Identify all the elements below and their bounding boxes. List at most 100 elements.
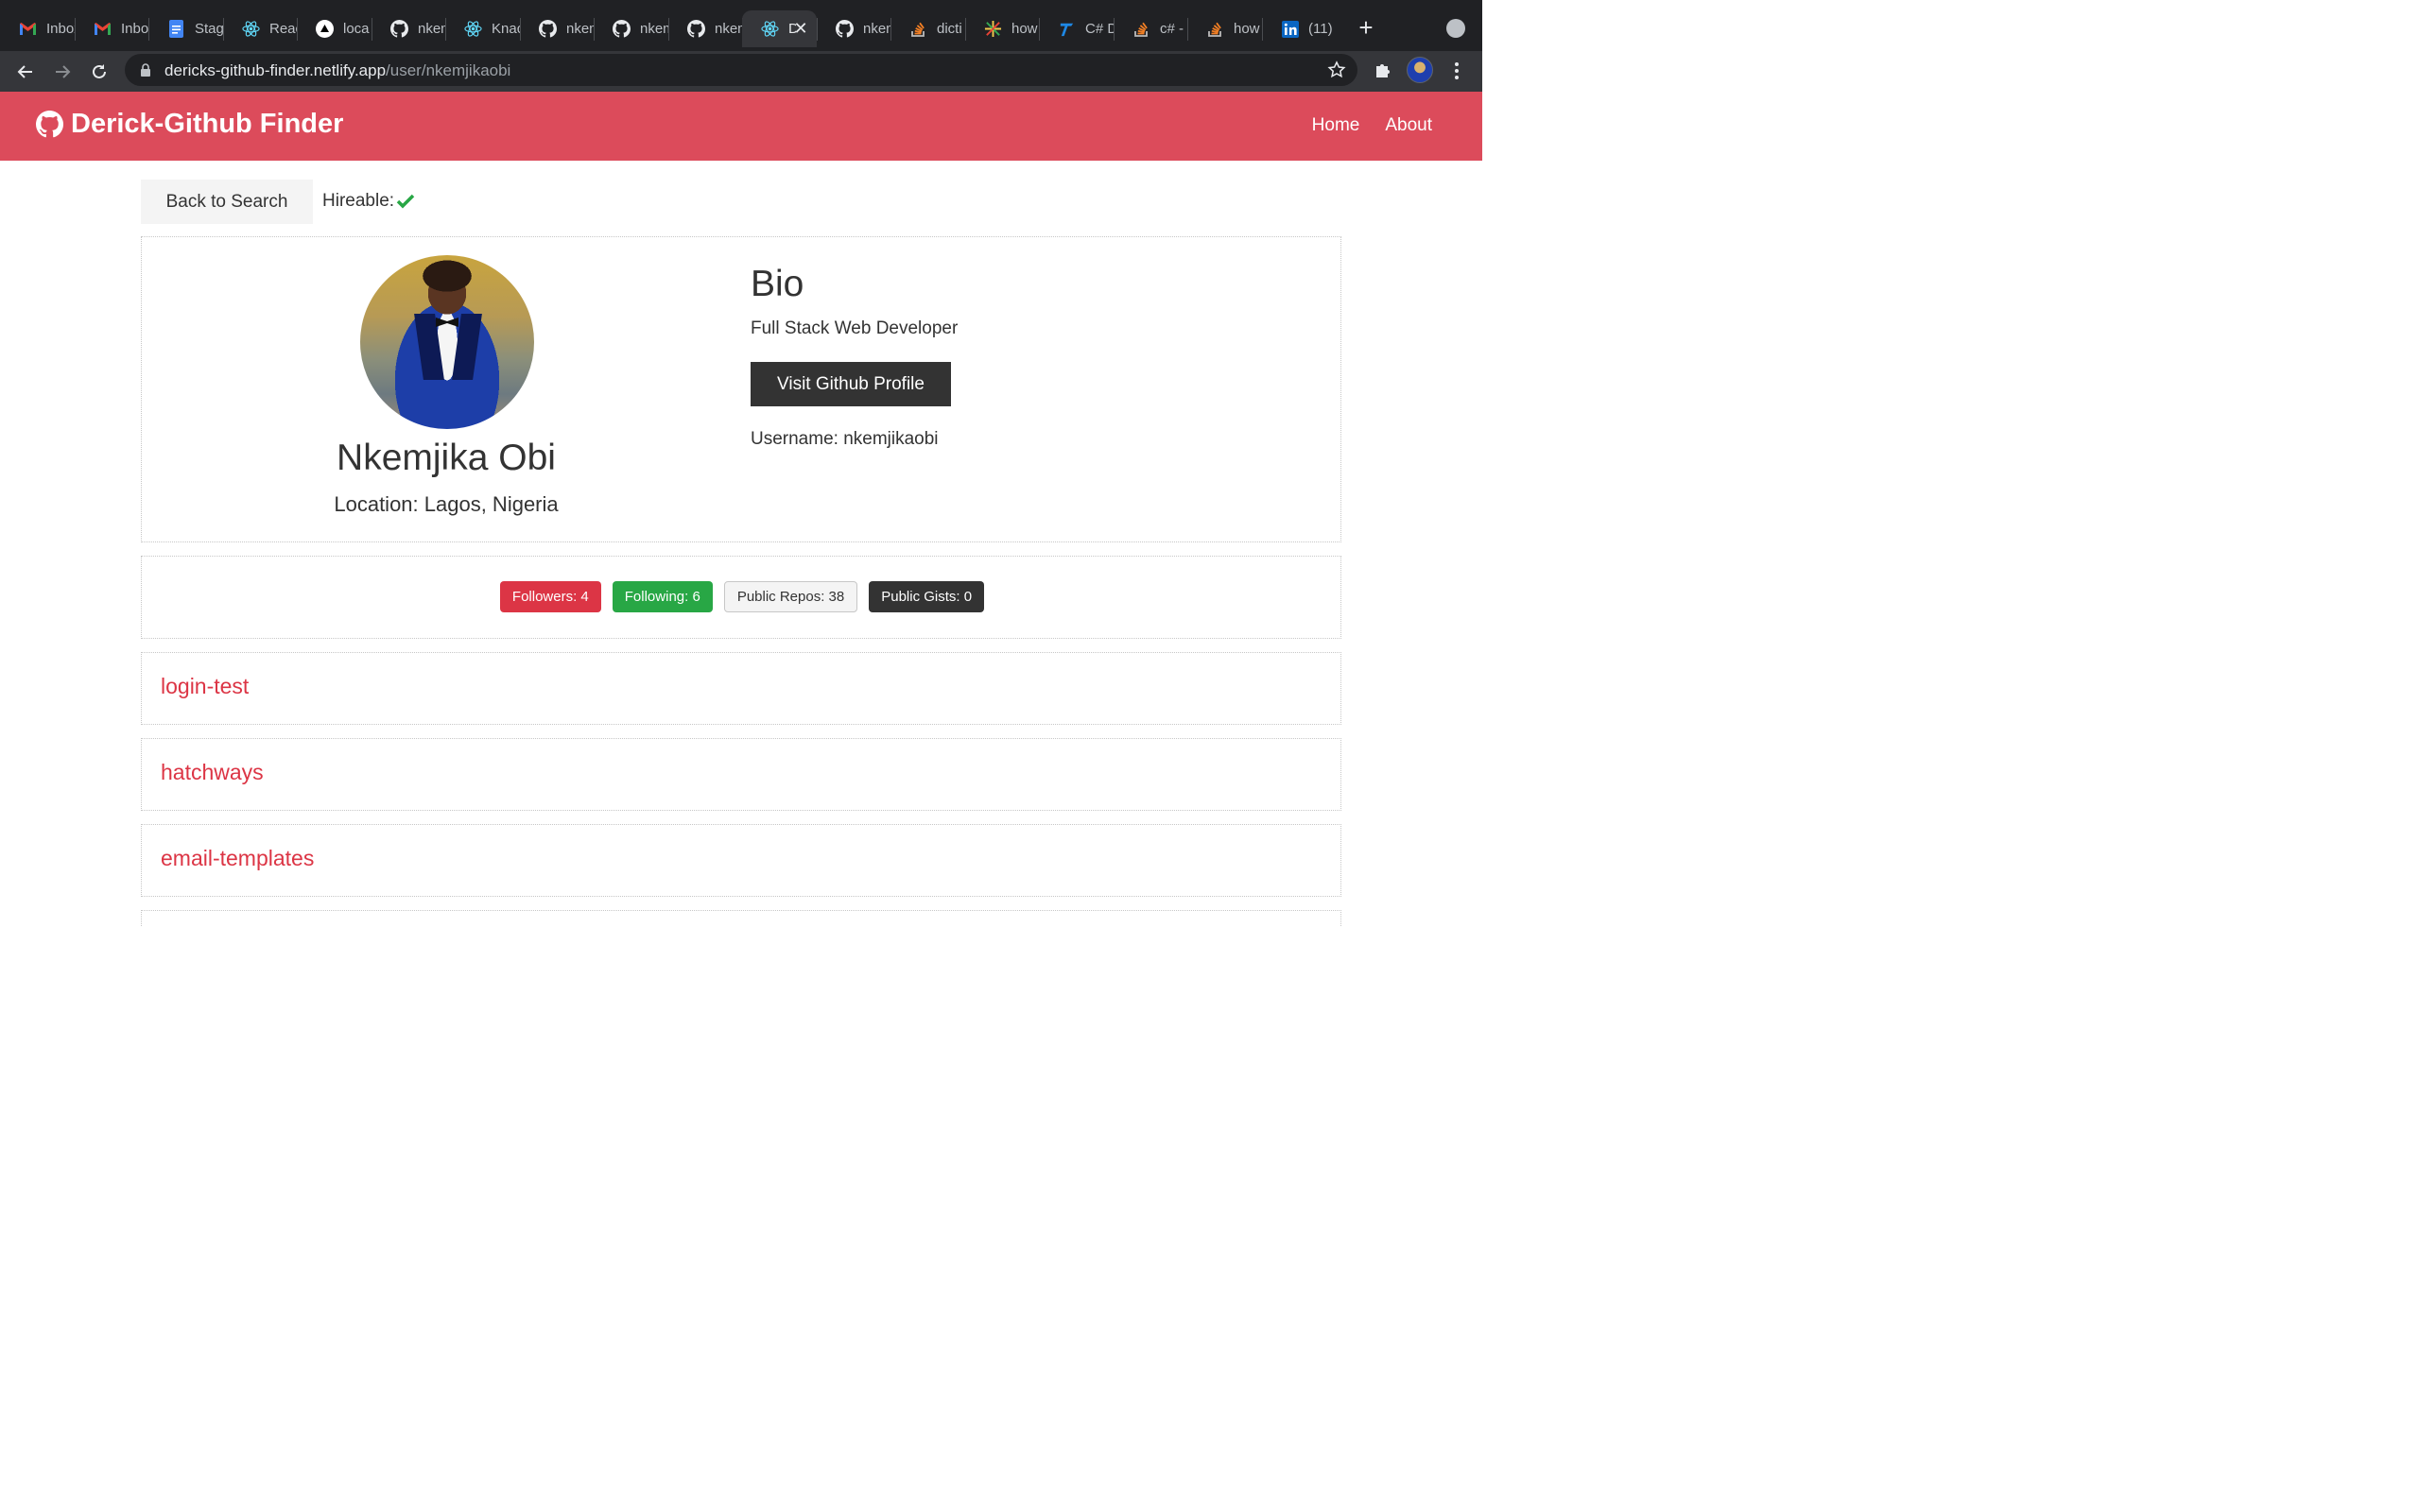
tab-title: loca [343, 21, 370, 37]
react-icon [242, 20, 260, 38]
extensions-puzzle-icon[interactable] [1373, 60, 1393, 80]
close-tab-icon[interactable]: ✕ [792, 20, 809, 37]
tab-title: (11) [1308, 21, 1333, 37]
browser-tab[interactable]: Inbox [0, 10, 75, 47]
nav-link-home[interactable]: Home [1312, 115, 1360, 136]
gmail-icon [94, 20, 112, 38]
browser-tab[interactable]: Inbox [75, 10, 149, 47]
hireable-label: Hireable: [322, 191, 395, 211]
tab-title: nkem [418, 21, 446, 37]
browser-tab[interactable]: (11) [1262, 10, 1337, 47]
browser-tab[interactable]: nkem [668, 10, 743, 47]
hireable-status: Hireable: [322, 191, 415, 212]
react-icon [464, 20, 482, 38]
tab-title: Stag [195, 21, 223, 37]
url-text: dericks-github-finder.netlify.app/user/n… [164, 61, 510, 80]
browser-toolbar: dericks-github-finder.netlify.app/user/n… [0, 51, 1482, 92]
tab-title: Knac [492, 21, 520, 37]
github-icon [539, 20, 557, 38]
browser-tab[interactable]: Knac [445, 10, 520, 47]
new-tab-button[interactable]: + [1354, 15, 1378, 41]
browser-tab[interactable]: C# D [1039, 10, 1114, 47]
url-path: /user/nkemjikaobi [386, 61, 511, 79]
bio-text: Full Stack Web Developer [751, 318, 959, 338]
user-full-name: Nkemjika Obi [337, 438, 556, 478]
tutorialsteacher-icon [1058, 20, 1076, 38]
stats-card: Followers: 4 Following: 6 Public Repos: … [141, 556, 1341, 639]
browser-tab[interactable]: how [1187, 10, 1262, 47]
repo-link[interactable]: login-test [161, 674, 249, 699]
public-repos-badge: Public Repos: 38 [723, 581, 858, 612]
tab-title: dicti [937, 21, 962, 37]
profile-avatar-icon[interactable] [1407, 57, 1433, 83]
tab-search-icon[interactable] [1446, 19, 1465, 38]
profile-card: Nkemjika Obi Location: Lagos, Nigeria Bi… [141, 236, 1341, 542]
tab-title: nkem [863, 21, 891, 37]
repo-link[interactable]: email-templates [161, 846, 314, 871]
react-icon [761, 20, 779, 38]
browser-menu-icon[interactable] [1448, 60, 1465, 81]
browser-tab[interactable]: nkem [594, 10, 668, 47]
followers-badge: Followers: 4 [499, 581, 601, 612]
tab-title: how [1011, 21, 1038, 37]
nav-links: Home About [1312, 115, 1432, 136]
tab-title: nkem [715, 21, 743, 37]
user-avatar [360, 255, 534, 429]
reload-icon[interactable] [86, 59, 112, 85]
public-gists-badge: Public Gists: 0 [869, 581, 985, 612]
nav-link-about[interactable]: About [1385, 115, 1432, 136]
repo-item [141, 910, 1341, 926]
username: Username: nkemjikaobi [751, 429, 939, 449]
lock-icon [141, 63, 150, 77]
forward-arrow-icon[interactable] [49, 59, 76, 85]
browser-tab[interactable]: Stag [148, 10, 223, 47]
browser-tab[interactable]: nkem [372, 10, 446, 47]
user-location: Location: Lagos, Nigeria [334, 492, 559, 516]
url-host: dericks-github-finder.netlify.app [164, 61, 387, 79]
browser-tab[interactable]: nkem [817, 10, 891, 47]
vercel-icon [316, 20, 334, 38]
browser-tab[interactable]: c# - [1114, 10, 1188, 47]
tab-title: how [1234, 21, 1260, 37]
tab-title: React [269, 21, 298, 37]
browser-tab-strip: Inbox Inbox Stag React loca nkem Knac nkem nkem n… [0, 0, 1482, 51]
brand[interactable]: Derick-Github Finder [36, 109, 343, 140]
repo-link[interactable]: hatchways [161, 760, 264, 785]
github-icon [836, 20, 854, 38]
address-bar[interactable]: dericks-github-finder.netlify.app/user/n… [125, 54, 1357, 86]
visit-github-profile-button[interactable]: Visit Github Profile [751, 362, 951, 406]
bookmark-star-icon[interactable] [1327, 60, 1346, 79]
site-navbar: Derick-Github Finder Home About [0, 92, 1482, 161]
back-to-search-button[interactable]: Back to Search [141, 180, 313, 224]
tab-title: nkem [566, 21, 595, 37]
stackoverflow-icon [1206, 20, 1224, 38]
tab-title: C# D [1085, 21, 1114, 37]
stats-badges: Followers: 4 Following: 6 Public Repos: … [142, 581, 1342, 612]
stackoverflow-icon [909, 20, 927, 38]
browser-tab[interactable]: nkem [520, 10, 595, 47]
repo-item: login-test [141, 652, 1341, 725]
github-icon [390, 20, 408, 38]
browser-tab-active[interactable]: D ✕ [742, 10, 817, 47]
page-viewport: Derick-Github Finder Home About Back to … [0, 92, 1482, 926]
browser-tab[interactable]: dicti [890, 10, 965, 47]
github-icon [687, 20, 705, 38]
browser-tab[interactable]: how [965, 10, 1040, 47]
following-badge: Following: 6 [612, 581, 713, 612]
stackoverflow-icon [1132, 20, 1150, 38]
repo-item: hatchways [141, 738, 1341, 811]
tab-title: Inbox [121, 21, 149, 37]
browser-tab[interactable]: loca [297, 10, 372, 47]
checkmark-icon [396, 194, 415, 209]
back-arrow-icon[interactable] [12, 59, 39, 85]
sparkle-icon [984, 20, 1002, 38]
browser-tab[interactable]: React [223, 10, 298, 47]
github-logo-icon [36, 111, 63, 138]
tab-title: nkem [640, 21, 668, 37]
bio-heading: Bio [751, 264, 804, 304]
linkedin-icon [1281, 20, 1299, 38]
gmail-icon [19, 20, 37, 38]
github-icon [613, 20, 631, 38]
repo-item: email-templates [141, 824, 1341, 897]
google-docs-icon [167, 20, 185, 38]
